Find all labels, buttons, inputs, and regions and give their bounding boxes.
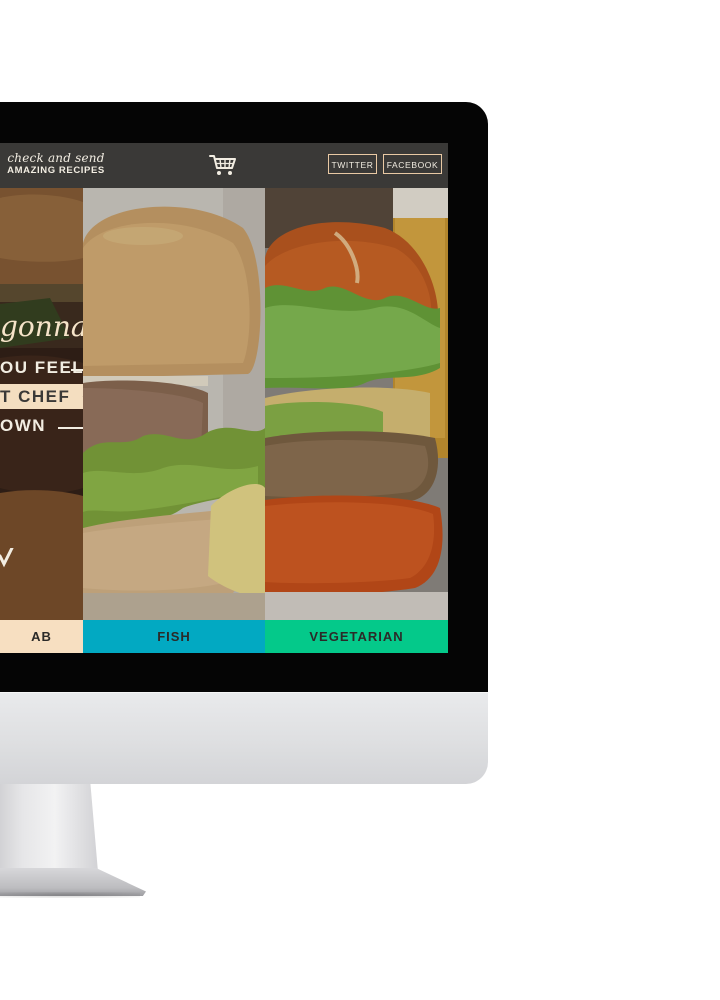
hero-line-2: T CHEF <box>0 387 71 406</box>
category-label-vegetarian[interactable]: VEGETARIAN <box>265 620 448 653</box>
shopping-cart-icon[interactable] <box>209 153 237 177</box>
hero-check-icon <box>0 548 14 568</box>
burger-photo-ab: gonna OU FEEL T CHEF OWN <box>0 188 83 620</box>
top-nav: check and send AMAZING RECIPES TWITTER F… <box>0 143 448 188</box>
category-label-fish[interactable]: FISH <box>83 620 265 653</box>
monitor-stand-neck <box>0 784 98 872</box>
page: check and send AMAZING RECIPES TWITTER F… <box>0 0 720 1000</box>
hero-tagline: gonna OU FEEL T CHEF OWN <box>0 188 83 620</box>
burger-photo-fish <box>83 188 265 620</box>
facebook-button[interactable]: FACEBOOK <box>383 154 442 174</box>
hero-line-1: OU FEEL <box>0 358 83 377</box>
brand-title: AMAZING RECIPES <box>7 165 105 176</box>
hero-rule-2 <box>58 427 83 429</box>
hero-rule-1 <box>71 369 83 371</box>
category-label-ab[interactable]: AB <box>0 620 83 653</box>
monitor-stand-shadow <box>0 892 140 898</box>
category-panel-vegetarian[interactable]: VEGETARIAN <box>265 188 448 653</box>
monitor-chin <box>0 692 488 784</box>
hero-script-text: gonna <box>0 310 83 343</box>
hero-line-3: OWN <box>0 416 47 435</box>
category-panel-ab[interactable]: gonna OU FEEL T CHEF OWN AB <box>0 188 83 653</box>
brand-logo[interactable]: check and send AMAZING RECIPES <box>6 151 106 177</box>
monitor-screen: check and send AMAZING RECIPES TWITTER F… <box>0 143 448 653</box>
twitter-button[interactable]: TWITTER <box>328 154 377 174</box>
category-panel-fish[interactable]: FISH <box>83 188 265 653</box>
burger-photo-vegetarian <box>265 188 448 620</box>
brand-script-text: check and send <box>7 151 105 165</box>
